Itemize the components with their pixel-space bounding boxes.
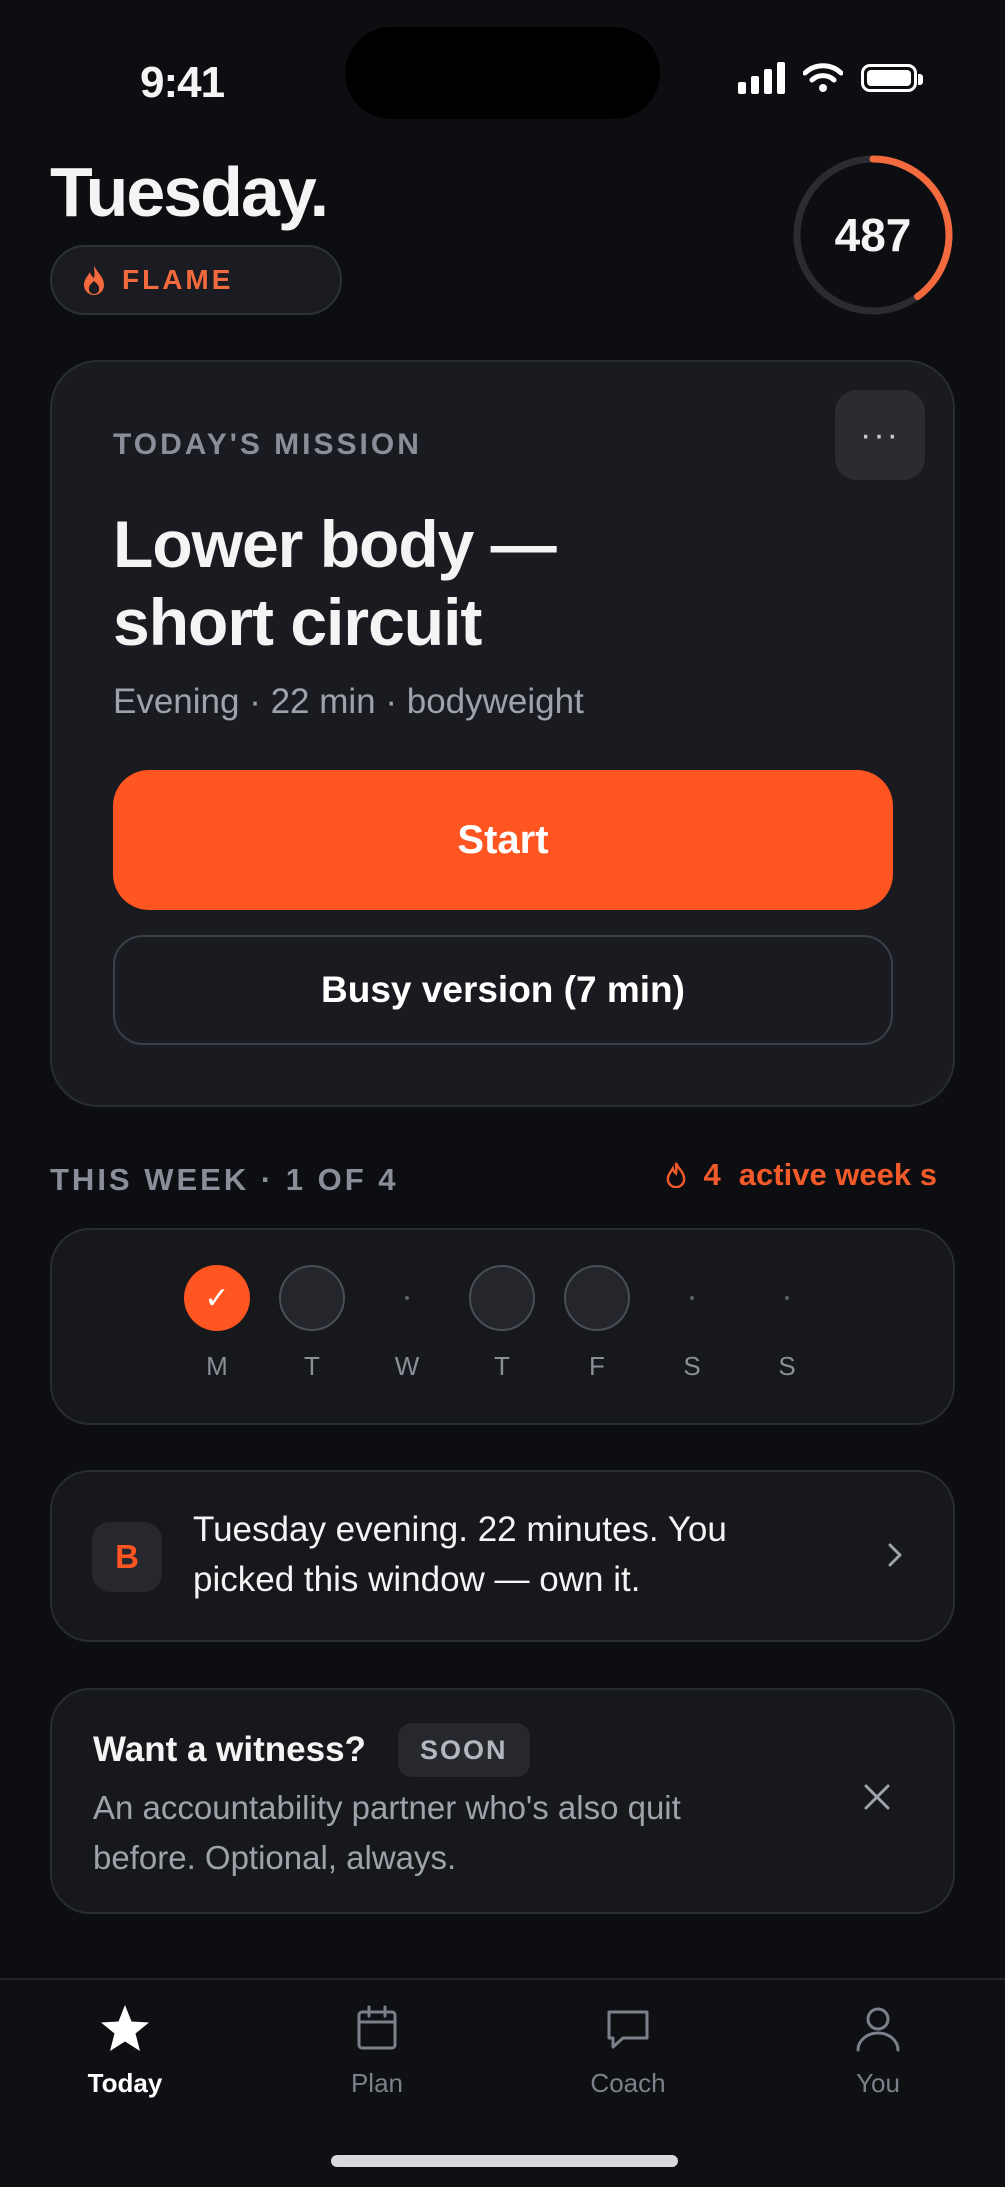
busy-version-button[interactable]: Busy version (7 min) xyxy=(113,935,893,1045)
week-day-3[interactable]: T xyxy=(467,1265,537,1382)
coach-message: Tuesday evening. 22 minutes. You picked … xyxy=(193,1510,727,1599)
day-status xyxy=(659,1265,725,1331)
calendar-icon xyxy=(357,2005,397,2050)
score-value: 487 xyxy=(834,209,912,261)
day-letter: T xyxy=(304,1351,320,1381)
tab-you[interactable]: You xyxy=(803,2002,953,2099)
week-day-4[interactable]: F xyxy=(562,1265,632,1382)
tab-you-label: You xyxy=(856,2068,900,2098)
tab-coach-label: Coach xyxy=(590,2068,666,2098)
witness-description: An accountability partner who's also qui… xyxy=(93,1789,681,1876)
page-title: Tuesday. xyxy=(50,153,329,231)
tab-today-label: Today xyxy=(87,2068,163,2098)
tab-plan-label: Plan xyxy=(350,2068,404,2098)
flame-icon xyxy=(666,1162,685,1188)
home-indicator xyxy=(331,2155,678,2167)
streak-count: 4 xyxy=(703,1157,721,1192)
day-letter: F xyxy=(589,1351,605,1381)
day-letter: S xyxy=(683,1351,701,1381)
day-letter: T xyxy=(494,1351,510,1381)
streak-label: active week s xyxy=(738,1157,937,1192)
chevron-right-icon[interactable] xyxy=(880,1540,910,1570)
streak-indicator: 4 active week s xyxy=(666,1157,937,1193)
flame-badge[interactable]: FLAME xyxy=(50,245,342,315)
tab-coach[interactable]: Coach xyxy=(553,2002,703,2099)
mission-subtitle: Evening · 22 min · bodyweight xyxy=(113,682,584,721)
week-day-0[interactable]: ✓ M xyxy=(182,1265,252,1382)
star-icon xyxy=(101,2005,149,2051)
mission-title: Lower body — short circuit xyxy=(113,507,557,659)
tab-plan[interactable]: Plan xyxy=(302,2002,452,2099)
status-time: 9:41 xyxy=(140,58,225,107)
close-icon[interactable] xyxy=(860,1780,894,1814)
day-letter: W xyxy=(394,1351,420,1381)
coach-avatar: B xyxy=(92,1522,162,1592)
day-status xyxy=(279,1265,345,1331)
dynamic-island xyxy=(345,27,660,119)
day-status xyxy=(469,1265,535,1331)
check-icon: ✓ xyxy=(184,1265,250,1331)
soon-badge: SOON xyxy=(398,1723,530,1777)
flame-badge-label: FLAME xyxy=(122,264,234,295)
battery-icon xyxy=(861,64,923,92)
witness-title: Want a witness? xyxy=(93,1730,366,1769)
week-day-5[interactable]: S xyxy=(657,1265,727,1382)
more-icon: ··· xyxy=(860,415,900,454)
tab-today[interactable]: Today xyxy=(50,2002,200,2099)
week-day-6[interactable]: S xyxy=(752,1265,822,1382)
flame-icon xyxy=(84,265,104,295)
chat-icon xyxy=(607,2010,649,2049)
week-label: THIS WEEK · 1 OF 4 xyxy=(50,1162,399,1197)
day-status xyxy=(754,1265,820,1331)
week-day-1[interactable]: T xyxy=(277,1265,347,1382)
person-icon xyxy=(856,2007,900,2052)
more-options-button[interactable]: ··· xyxy=(835,390,925,480)
signal-icon xyxy=(738,62,785,94)
day-letter: S xyxy=(778,1351,796,1381)
week-day-2[interactable]: W xyxy=(372,1265,442,1382)
wifi-icon xyxy=(803,63,843,92)
day-status xyxy=(374,1265,440,1331)
day-status xyxy=(564,1265,630,1331)
start-button[interactable]: Start xyxy=(113,770,893,910)
status-icons xyxy=(738,62,923,94)
mission-kicker: TODAY'S MISSION xyxy=(113,428,422,461)
day-letter: M xyxy=(206,1351,228,1381)
